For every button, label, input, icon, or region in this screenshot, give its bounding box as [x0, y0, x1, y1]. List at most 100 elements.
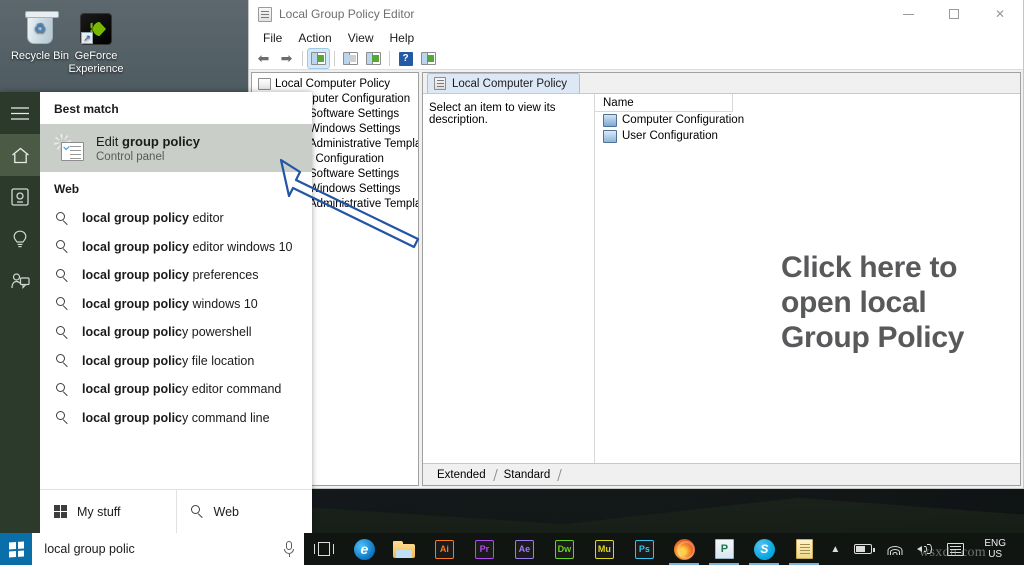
- help-icon[interactable]: ?: [395, 49, 416, 68]
- battery-icon[interactable]: [848, 533, 878, 565]
- search-icon: [190, 505, 204, 519]
- column-divider[interactable]: [732, 94, 733, 111]
- section-header-web: Web: [54, 182, 80, 196]
- details-pane: Local Computer Policy Select an item to …: [422, 72, 1021, 486]
- show-hide-tree-icon[interactable]: [307, 48, 330, 69]
- cortana-sidebar: [0, 92, 40, 533]
- search-icon: [56, 297, 69, 311]
- tree-node-label: Local Computer Policy: [275, 77, 391, 90]
- list-item[interactable]: Computer Configuration: [595, 112, 1020, 128]
- tab-my-stuff[interactable]: My stuff: [40, 490, 176, 533]
- search-icon: [56, 268, 69, 283]
- adobe-after-effects-icon[interactable]: Ae: [504, 533, 544, 565]
- web-result-6[interactable]: local group policy editor command: [40, 375, 312, 404]
- web-result-5[interactable]: local group policy file location: [40, 347, 312, 376]
- search-input-value[interactable]: local group polic: [44, 542, 276, 556]
- export-list-icon[interactable]: [363, 49, 384, 68]
- file-explorer-icon[interactable]: [384, 533, 424, 565]
- tree-node-root[interactable]: Local Computer Policy: [252, 76, 418, 91]
- lightbulb-icon[interactable]: [0, 218, 40, 260]
- toolbar-separator: [334, 51, 335, 66]
- chevron-up-icon[interactable]: ▲: [824, 533, 846, 565]
- menu-action[interactable]: Action: [290, 30, 339, 46]
- desktop-icon-label: GeForce Experience: [68, 50, 124, 75]
- task-view-icon[interactable]: [304, 533, 344, 565]
- web-result-3[interactable]: local group policy windows 10: [40, 290, 312, 319]
- notepad-icon[interactable]: [784, 533, 824, 565]
- window-titlebar[interactable]: Local Group Policy Editor ✕: [249, 0, 1023, 28]
- items-list[interactable]: Name Computer Configuration User Configu…: [595, 94, 1020, 463]
- publisher-icon[interactable]: P: [704, 533, 744, 565]
- list-item[interactable]: User Configuration: [595, 128, 1020, 144]
- menu-file[interactable]: File: [255, 30, 290, 46]
- best-match-subtitle: Control panel: [96, 150, 165, 163]
- editor-body: Local Computer Policy ▾ Computer Configu…: [249, 70, 1023, 488]
- notebook-icon[interactable]: [0, 176, 40, 218]
- policy-icon: [258, 77, 271, 90]
- tree-node-label: Administrative Templates: [309, 137, 418, 150]
- web-result-label: local group policy editor command: [82, 382, 282, 397]
- hamburger-menu-icon[interactable]: [0, 92, 40, 134]
- feedback-icon[interactable]: [0, 260, 40, 302]
- taskbar-search-input[interactable]: local group polic: [32, 533, 305, 565]
- column-header-name[interactable]: Name: [595, 94, 733, 112]
- toolbar: ⬅ ➡ ?: [249, 48, 1023, 70]
- tab-standard[interactable]: Standard: [496, 467, 561, 483]
- user-config-icon: [603, 129, 617, 143]
- skype-icon[interactable]: S: [744, 533, 784, 565]
- web-result-1[interactable]: local group policy editor windows 10: [40, 233, 312, 262]
- close-button[interactable]: ✕: [977, 0, 1023, 28]
- windows-logo-icon: [8, 540, 24, 558]
- show-console-tree-icon[interactable]: [418, 49, 439, 68]
- adobe-muse-icon[interactable]: Mu: [584, 533, 624, 565]
- menu-bar: File Action View Help: [249, 28, 1023, 48]
- best-match-result-edit-group-policy[interactable]: Edit group policy Control panel: [40, 124, 312, 172]
- web-result-7[interactable]: local group policy command line: [40, 404, 312, 433]
- web-result-label: local group policy command line: [82, 410, 270, 425]
- tab-local-computer-policy[interactable]: Local Computer Policy: [427, 73, 581, 93]
- best-match-text: Edit group policy Control panel: [96, 134, 200, 163]
- web-result-label: local group policy powershell: [82, 325, 252, 340]
- menu-help[interactable]: Help: [382, 30, 423, 46]
- adobe-premiere-icon[interactable]: Pr: [464, 533, 504, 565]
- firefox-icon[interactable]: [664, 533, 704, 565]
- best-match-title: Edit group policy: [96, 133, 201, 149]
- microphone-icon[interactable]: [282, 541, 296, 557]
- search-icon: [56, 354, 69, 368]
- tab-extended[interactable]: Extended: [429, 467, 496, 483]
- list-item-label: User Configuration: [622, 130, 718, 142]
- description-text: Select an item to view its description.: [423, 94, 595, 463]
- back-arrow-icon[interactable]: ⬅: [253, 49, 274, 68]
- menu-view[interactable]: View: [340, 30, 382, 46]
- properties-icon[interactable]: [340, 49, 361, 68]
- toolbar-separator: [389, 51, 390, 66]
- web-result-0[interactable]: local group policy editor: [40, 204, 312, 233]
- search-icon: [56, 382, 69, 397]
- maximize-button[interactable]: [931, 0, 977, 28]
- web-result-2[interactable]: local group policy preferences: [40, 261, 312, 290]
- tab-label: My stuff: [77, 504, 121, 519]
- window-title: Local Group Policy Editor: [279, 7, 415, 21]
- start-button[interactable]: [0, 533, 33, 565]
- adobe-dreamweaver-icon[interactable]: Dw: [544, 533, 584, 565]
- window-controls: ✕: [885, 0, 1023, 28]
- search-icon: [56, 240, 69, 254]
- search-icon: [56, 325, 69, 340]
- desktop-icon-geforce-experience[interactable]: ↗ GeForce Experience: [58, 8, 134, 76]
- web-result-4[interactable]: local group policy powershell: [40, 318, 312, 347]
- forward-arrow-icon[interactable]: ➡: [276, 49, 297, 68]
- search-icon: [56, 411, 69, 425]
- adobe-illustrator-icon[interactable]: Ai: [424, 533, 464, 565]
- edge-icon[interactable]: e: [344, 533, 384, 565]
- geforce-icon: ↗: [58, 8, 134, 50]
- control-panel-icon: [54, 134, 84, 162]
- web-result-label: local group policy file location: [82, 353, 255, 368]
- adobe-photoshop-icon[interactable]: Ps: [624, 533, 664, 565]
- gpedit-app-icon: [258, 6, 272, 22]
- minimize-button[interactable]: [885, 0, 931, 28]
- tab-web[interactable]: Web: [175, 490, 313, 533]
- wifi-icon[interactable]: [880, 533, 909, 565]
- column-header-label: Name: [603, 96, 634, 109]
- home-icon[interactable]: [0, 134, 40, 176]
- computer-config-icon: [603, 113, 617, 127]
